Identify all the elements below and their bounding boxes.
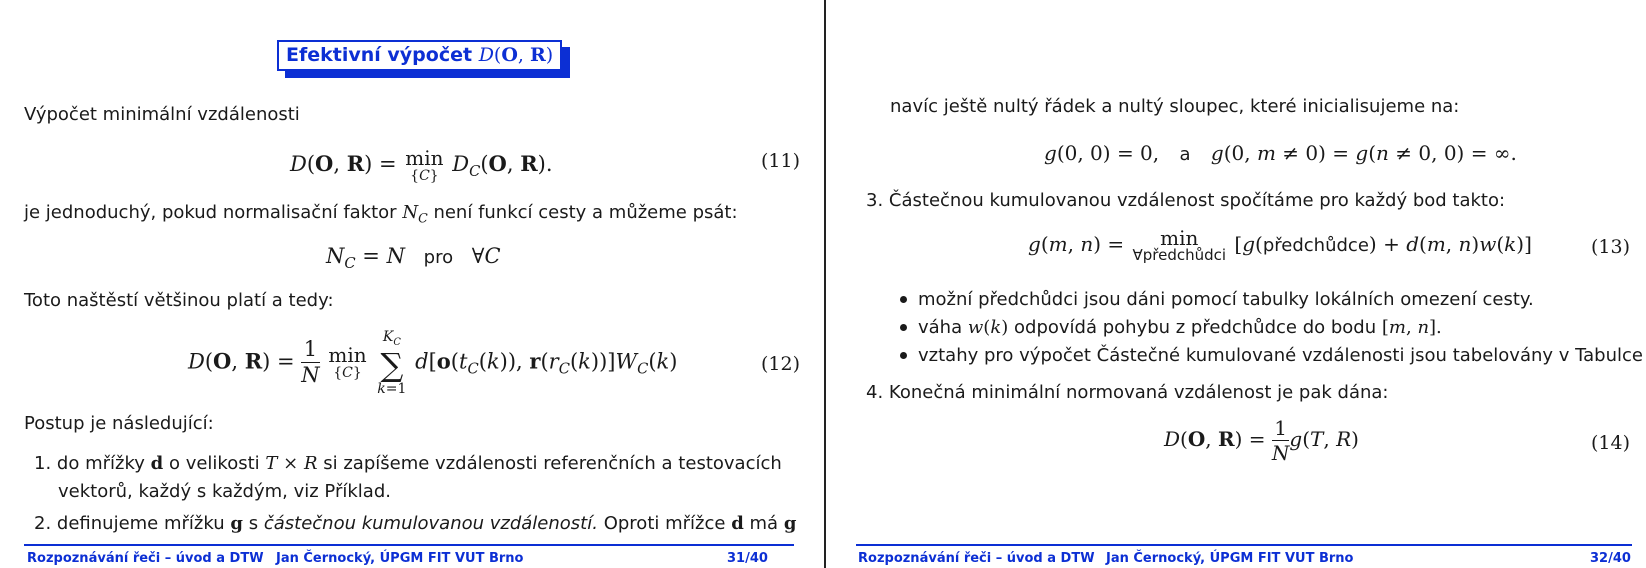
bullet-dot-2 [900,324,907,331]
footer-course-right: Rozpoznávání řeči – úvod a DTW [858,551,1095,566]
footer-course-left: Rozpoznávání řeči – úvod a DTW [27,551,264,566]
navic-text: navíc ještě nultý řádek a nultý sloupec,… [890,96,1460,117]
predchudci-word: předchůdci [1142,246,1227,264]
list-item-2: 2. definujeme mřížku g s částečnou kumul… [34,513,796,535]
list-item-4-number: 4. [866,382,884,403]
equation-12: D(O, R) = 1N min {C} KC ∑ k=1 d[o(tC(k)), r… [188,329,678,397]
list-item-4: 4. Konečná minimální normovaná vzdálenos… [866,382,1388,404]
slide-title: Efektivní výpočet D(O, R) [277,40,563,71]
size-symbol: T [265,453,278,474]
equation-init: g(0, 0) = 0, a g(0, m ≠ 0) = g(n ≠ 0, 0)… [1044,141,1517,165]
equation-13-number: (13) [1591,236,1631,258]
list-item-1-number: 1. [34,453,52,474]
toto-text: Toto naštěstí většinou platí a tedy: [24,290,334,311]
list-item-4-text: Konečná minimální normovaná vzdálenost j… [888,382,1389,403]
list-item-1-text-c: si zapíšeme vzdálenosti referenčních a t… [323,453,782,474]
list-item-2-text-d: Oproti mřížce [603,513,726,534]
list-item-2-number: 2. [34,513,52,534]
list-item-1-text-a: do mřížky [56,453,145,474]
predchudce-word: předchůdce [1262,235,1369,256]
bullet-item-2: váha w(k) odpovídá pohybu z předchůdce d… [918,317,1442,338]
bullet-item-2-text-a: váha [918,317,963,338]
slide-separator [824,0,826,568]
slide-title-text: Efektivní výpočet [286,44,473,66]
footer-author-right: Jan Černocký, ÚPGM FIT VUT Brno [1106,551,1354,566]
list-item-2-text-a: definujeme mřížku [56,513,225,534]
list-item-3-text: Částečnou kumulovanou vzdálenost spočítá… [888,190,1506,211]
matrix-g-symbol: g [230,513,243,534]
list-item-1-text-b: o velikosti [168,453,260,474]
equation-nc: NC = N pro ∀C [326,244,501,273]
normalisation-text-suffix: není funkcí cesty a můžeme psát: [433,202,738,223]
equation-14: D(O, R) = 1 Ng(T, R) [1164,416,1359,465]
slide-32: navíc ještě nultý řádek a nultý sloupec,… [842,0,1646,568]
bullet-dot-3 [900,352,907,359]
equation-11-number: (11) [761,150,801,172]
pro-word: pro [423,247,454,268]
list-item-3: 3. Částečnou kumulovanou vzdálenost spoč… [866,190,1505,212]
bullet-dot-1 [900,296,907,303]
equation-11: D(O, R) = min {C} DC(O, R). [290,146,553,184]
list-item-2-text-e: má [749,513,779,534]
bullet-item-2-text-b: odpovídá pohybu z předchůdce do bodu [1014,317,1377,338]
footer-page-left: 31/40 [727,551,768,566]
equation-14-number: (14) [1591,432,1631,454]
footer-author-left: Jan Černocký, ÚPGM FIT VUT Brno [276,551,524,566]
a-word: a [1179,144,1191,165]
list-item-1: 1. do mřížky d o velikosti T × R si zapí… [34,453,782,474]
bullet-item-1: možní předchůdci jsou dáni pomocí tabulk… [918,289,1534,310]
matrix-g-symbol-2: g [783,513,797,534]
intro-text: Výpočet minimální vzdálenosti [24,104,300,125]
footer-rule-left [24,544,794,546]
footer-rule-right [856,544,1632,546]
normalisation-text-prefix: je jednoduchý, pokud normalisační faktor [24,202,397,223]
bullet-item-3: vztahy pro výpočet Částečné kumulované v… [918,345,1643,366]
equation-13: g(m, n) = min ∀předchůdci [g(předchůdce) … [1028,226,1532,264]
list-item-2-text-italic: částečnou kumulovanou vzdáleností. [263,513,598,534]
postup-text: Postup je následující: [24,413,214,434]
slide-title-math: D(O, R) [478,44,554,66]
footer-page-right: 32/40 [1590,551,1631,566]
nc-symbol: NC [402,202,428,226]
matrix-d-symbol-2: d [731,513,744,534]
list-item-1-line2: vektorů, každý s každým, viz Příklad. [58,481,391,502]
equation-12-number: (12) [761,353,801,375]
matrix-d-symbol: d [150,453,164,474]
slide-31: Efektivní výpočet D(O, R) Výpočet minimá… [0,0,812,568]
normalisation-text: je jednoduchý, pokud normalisační faktor… [24,202,738,230]
list-item-2-text-b: s [248,513,259,534]
list-item-3-number: 3. [866,190,884,211]
